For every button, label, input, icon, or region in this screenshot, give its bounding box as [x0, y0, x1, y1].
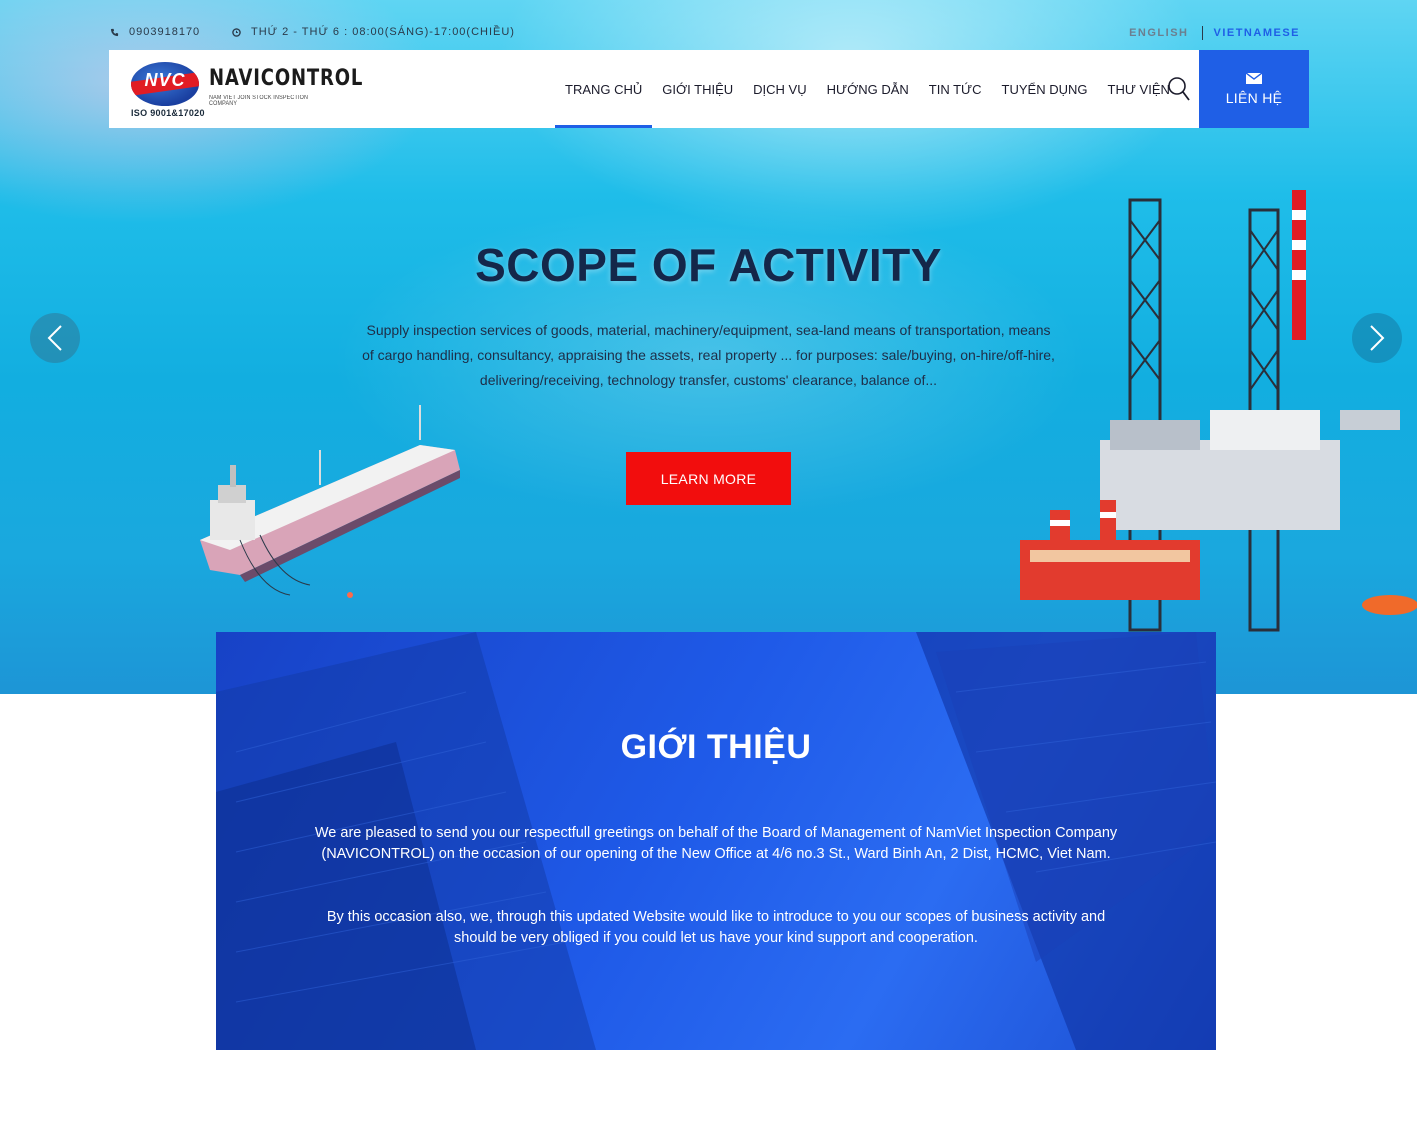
logo-mark: NVC: [144, 70, 186, 90]
intro-section: GIỚI THIỆU We are pleased to send you ou…: [216, 632, 1216, 1050]
tanker-ship-image: [200, 405, 460, 598]
search-icon[interactable]: [1167, 76, 1191, 102]
nav-item-recruitment[interactable]: TUYỂN DỤNG: [992, 50, 1098, 128]
slider-next-button[interactable]: [1352, 313, 1402, 363]
logo-subtitle: NAM VIET JOIN STOCK INSPECTION COMPANY: [209, 95, 309, 107]
main-header: NVC ISO 9001&17020 NAVICONTROL NAM VIET …: [109, 50, 1309, 128]
intro-paragraph-2: By this occasion also, we, through this …: [326, 909, 1106, 946]
learn-more-button[interactable]: LEARN MORE: [626, 452, 791, 505]
logo-iso-text: ISO 9001&17020: [131, 108, 205, 118]
nav-item-services[interactable]: DỊCH VỤ: [743, 50, 816, 128]
hero-slider: 0903918170 THỨ 2 - THỨ 6 : 08:00(SÁNG)-1…: [0, 0, 1417, 694]
contact-label: LIÊN HỆ: [1225, 89, 1283, 106]
logo-name: NAVICONTROL: [209, 66, 364, 91]
slider-prev-button[interactable]: [30, 313, 80, 363]
intro-title: GIỚI THIỆU: [620, 728, 812, 766]
chevron-left-icon: [47, 325, 62, 351]
slide-title: SCOPE OF ACTIVITY: [475, 239, 942, 291]
intro-paragraph-1: We are pleased to send you our respectfu…: [314, 825, 1118, 862]
phone-number: 0903918170: [129, 26, 201, 38]
lang-vietnamese-link[interactable]: VIETNAMESE: [1203, 27, 1300, 39]
nav-item-home[interactable]: TRANG CHỦ: [555, 50, 653, 128]
clock-icon: [232, 27, 241, 37]
nav-item-about[interactable]: GIỚI THIỆU: [652, 50, 743, 128]
phone-icon: [110, 28, 119, 36]
working-hours: THỨ 2 - THỨ 6 : 08:00(SÁNG)-17:00(CHIỀU): [232, 26, 515, 38]
chevron-right-icon: [1370, 325, 1385, 351]
phone-contact[interactable]: 0903918170: [110, 26, 200, 38]
main-nav: TRANG CHỦ GIỚI THIỆU DỊCH VỤ HƯỚNG DẪN T…: [555, 50, 1180, 128]
working-hours-text: THỨ 2 - THỨ 6 : 08:00(SÁNG)-17:00(CHIỀU): [251, 26, 515, 38]
nav-item-guide[interactable]: HƯỚNG DẪN: [817, 50, 919, 128]
site-logo[interactable]: NVC ISO 9001&17020 NAVICONTROL NAM VIET …: [131, 60, 362, 120]
mail-icon: [1246, 72, 1262, 84]
contact-button[interactable]: LIÊN HỆ: [1199, 50, 1309, 128]
slide-description: Supply inspection services of goods, mat…: [362, 322, 1055, 388]
language-switcher: ENGLISH VIETNAMESE: [1129, 26, 1300, 40]
lang-english-link[interactable]: ENGLISH: [1129, 27, 1202, 39]
nav-item-news[interactable]: TIN TỨC: [919, 50, 992, 128]
top-info-bar: 0903918170 THỨ 2 - THỨ 6 : 08:00(SÁNG)-1…: [110, 22, 1300, 42]
